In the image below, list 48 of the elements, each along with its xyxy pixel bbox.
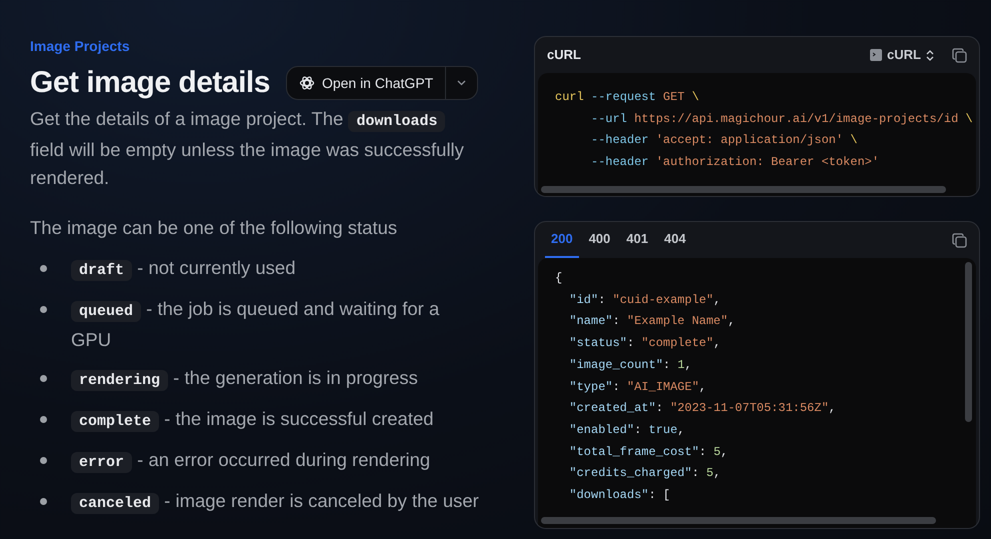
status-item-text: canceled - image render is canceled by the user — [71, 486, 479, 518]
status-intro-text: The image can be one of the following status — [30, 216, 398, 240]
code-line: --url https://api.magichour.ai/v1/image-projects/id \ — [590, 110, 974, 128]
scrollbar[interactable] — [541, 186, 946, 193]
code-line: "type": "AI_IMAGE", — [568, 378, 708, 396]
panel-title: cURL — [547, 46, 581, 64]
code-line: --header 'accept: application/json' \ — [590, 132, 858, 150]
chevron-down-icon — [457, 80, 466, 86]
status-item-text: complete - the image is successful created — [71, 404, 434, 436]
bullet-icon — [40, 374, 47, 382]
code-line: "status": "complete", — [568, 335, 722, 352]
bullet-icon — [40, 416, 47, 423]
copy-icon — [952, 48, 967, 62]
bullet-icon — [40, 498, 47, 505]
code-line: "credits_charged": 5, — [568, 465, 722, 482]
scrollbar[interactable] — [541, 517, 936, 524]
status-code-tab[interactable]: 401 — [620, 222, 654, 258]
code-line: "downloads": [ — [568, 487, 672, 504]
code-line: "name": "Example Name", — [568, 313, 736, 330]
chatgpt-logo-icon — [298, 75, 315, 91]
code-line: --header 'authorization: Bearer <token>' — [590, 154, 880, 172]
code-line: curl --request GET \ — [555, 89, 700, 106]
status-item-text: error - an error occurred during rendering — [71, 446, 430, 477]
code-line: "total_frame_cost": 5, — [568, 444, 729, 461]
copy-button[interactable] — [952, 48, 967, 62]
copy-button[interactable] — [952, 232, 967, 248]
copy-icon — [952, 232, 967, 248]
bullet-icon — [40, 456, 47, 464]
status-code-tab[interactable]: 400 — [582, 222, 616, 258]
chevron-up-down-icon — [926, 50, 934, 60]
status-code-tab[interactable]: 404 — [658, 222, 692, 258]
status-item-text: draft - not currently used — [71, 254, 296, 285]
code-line: "image_count": 1, — [568, 356, 693, 374]
scrollbar[interactable] — [965, 262, 972, 422]
breadcrumb-link[interactable]: Image Projects — [30, 36, 482, 57]
status-item-text: rendering - the generation is in progress — [71, 364, 418, 395]
page-title: Get image details — [30, 65, 270, 101]
bullet-icon — [40, 306, 47, 313]
open-in-chatgpt-button[interactable]: Open in ChatGPT — [286, 67, 446, 99]
code-line: "enabled": true, — [568, 422, 686, 439]
code-line: "created_at": "2023-11-07T05:31:56Z", — [568, 400, 837, 418]
description-text: Get the details of a image project. The downloads field will be empty unless the image was successfully rendered. — [30, 107, 465, 190]
bullet-icon — [40, 264, 47, 272]
language-selector[interactable]: cURL — [870, 45, 934, 65]
code-line: "id": "cuid-example", — [568, 292, 722, 309]
code-line: { — [555, 270, 564, 287]
terminal-icon — [870, 49, 882, 61]
status-item-text: queued - the job is queued and waiting for a GPU — [71, 296, 440, 352]
